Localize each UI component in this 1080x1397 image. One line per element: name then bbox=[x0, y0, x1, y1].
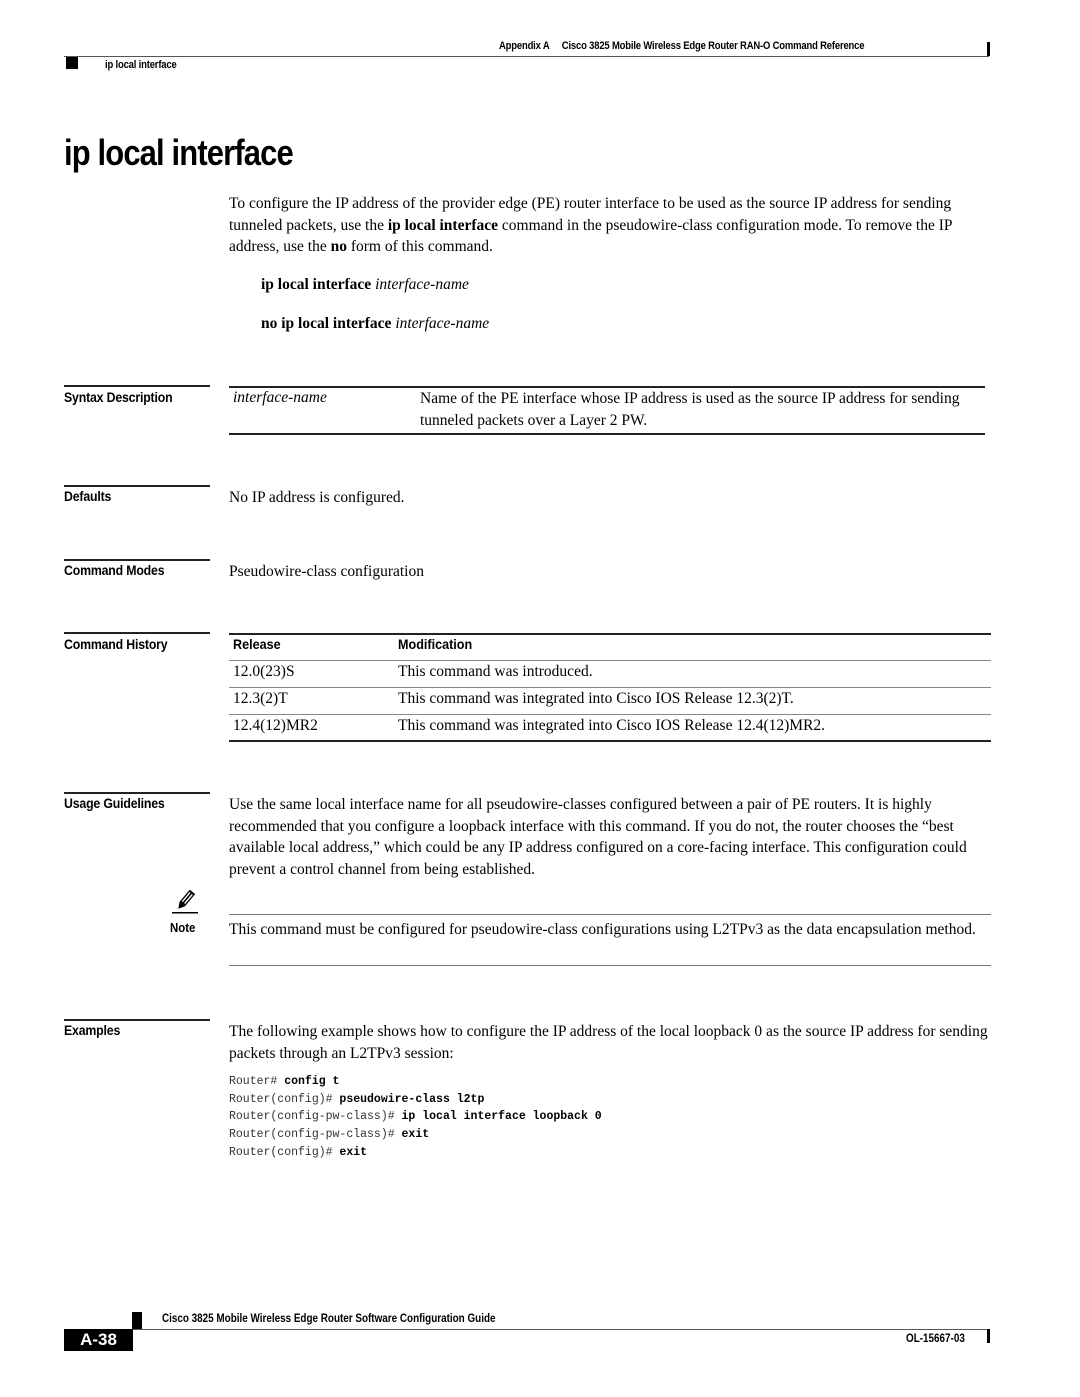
footer-bar bbox=[987, 1329, 990, 1343]
header-running-title: Appendix A Cisco 3825 Mobile Wireless Ed… bbox=[499, 40, 865, 52]
code-prompt: Router(config-pw-class)# bbox=[229, 1110, 402, 1123]
intro-paragraph: To configure the IP address of the provi… bbox=[229, 193, 994, 258]
code-prompt: Router(config)# bbox=[229, 1146, 340, 1159]
code-line: Router(config-pw-class)# ip local interf… bbox=[229, 1110, 602, 1123]
section-label-command-modes: Command Modes bbox=[64, 562, 165, 578]
table-top-rule bbox=[229, 633, 991, 635]
section-rule bbox=[64, 559, 210, 561]
header-section-tag: ip local interface bbox=[105, 59, 177, 71]
page-title: ip local interface bbox=[64, 132, 294, 173]
history-modification: This command was integrated into Cisco I… bbox=[398, 690, 794, 707]
code-prompt: Router(config-pw-class)# bbox=[229, 1128, 402, 1141]
column-header-modification: Modification bbox=[398, 636, 473, 652]
command-modes-text: Pseudowire-class configuration bbox=[229, 563, 424, 580]
table-bottom-rule bbox=[229, 740, 991, 742]
code-line: Router(config)# exit bbox=[229, 1146, 367, 1159]
section-label-command-history: Command History bbox=[64, 636, 168, 652]
footer-rule bbox=[132, 1329, 989, 1330]
code-command: config t bbox=[284, 1075, 340, 1088]
row-rule bbox=[229, 714, 991, 715]
footer-guide-title: Cisco 3825 Mobile Wireless Edge Router S… bbox=[162, 1313, 496, 1325]
syntax-param: interface-name bbox=[233, 389, 327, 406]
usage-guidelines-text: Use the same local interface name for al… bbox=[229, 796, 967, 878]
intro-no-keyword: no bbox=[330, 238, 347, 255]
code-line: Router(config)# pseudowire-class l2tp bbox=[229, 1093, 484, 1106]
note-label: Note bbox=[170, 920, 196, 935]
syntax-argument: interface-name bbox=[375, 276, 469, 293]
section-label-examples: Examples bbox=[64, 1022, 121, 1038]
code-command: exit bbox=[401, 1128, 430, 1141]
header-square-marker bbox=[66, 57, 78, 69]
header-book-title: Cisco 3825 Mobile Wireless Edge Router R… bbox=[561, 40, 865, 52]
history-modification: This command was integrated into Cisco I… bbox=[398, 717, 826, 734]
syntax-keyword: ip local interface bbox=[261, 276, 372, 293]
section-label-usage-guidelines: Usage Guidelines bbox=[64, 795, 165, 811]
note-text: This command must be configured for pseu… bbox=[229, 921, 976, 938]
section-rule bbox=[64, 632, 210, 634]
section-rule bbox=[64, 792, 210, 794]
code-prompt: Router# bbox=[229, 1075, 285, 1088]
column-header-release: Release bbox=[233, 636, 281, 652]
syntax-argument: interface-name bbox=[395, 315, 490, 332]
header-bar bbox=[987, 42, 990, 56]
code-command: exit bbox=[339, 1146, 368, 1159]
history-modification: This command was introduced. bbox=[398, 663, 593, 680]
examples-text: The following example shows how to confi… bbox=[229, 1023, 988, 1062]
row-rule bbox=[229, 687, 991, 688]
section-rule bbox=[64, 485, 210, 487]
section-label-defaults: Defaults bbox=[64, 488, 112, 504]
code-command: ip local interface loopback 0 bbox=[401, 1110, 602, 1123]
section-label-syntax-description: Syntax Description bbox=[64, 389, 173, 405]
history-release: 12.4(12)MR2 bbox=[233, 717, 318, 734]
note-bottom-rule bbox=[229, 965, 991, 966]
row-rule bbox=[229, 660, 991, 661]
footer-square-marker bbox=[132, 1312, 142, 1329]
syntax-keyword: no ip local interface bbox=[261, 315, 392, 332]
history-release: 12.3(2)T bbox=[233, 690, 288, 707]
table-bottom-rule bbox=[229, 433, 985, 435]
header-rule bbox=[64, 56, 989, 57]
code-line: Router# config t bbox=[229, 1075, 339, 1088]
page-number: A-38 bbox=[64, 1329, 133, 1351]
section-rule bbox=[64, 1019, 210, 1021]
code-line: Router(config-pw-class)# exit bbox=[229, 1128, 429, 1141]
header-appendix-label: Appendix A bbox=[499, 40, 550, 52]
syntax-param-description: Name of the PE interface whose IP addres… bbox=[420, 390, 960, 429]
syntax-line: no ip local interface interface-name bbox=[261, 315, 489, 333]
syntax-line: ip local interface interface-name bbox=[261, 276, 469, 294]
intro-command: ip local interface bbox=[387, 216, 499, 234]
intro-text: form of this command. bbox=[346, 238, 493, 255]
defaults-text: No IP address is configured. bbox=[229, 489, 405, 506]
history-release: 12.0(23)S bbox=[233, 663, 295, 680]
code-prompt: Router(config)# bbox=[229, 1093, 340, 1106]
code-command: pseudowire-class l2tp bbox=[339, 1093, 485, 1106]
note-top-rule bbox=[229, 914, 991, 915]
section-rule bbox=[64, 385, 210, 387]
pencil-icon bbox=[172, 889, 198, 914]
footer-doc-number: OL-15667-03 bbox=[906, 1333, 965, 1345]
